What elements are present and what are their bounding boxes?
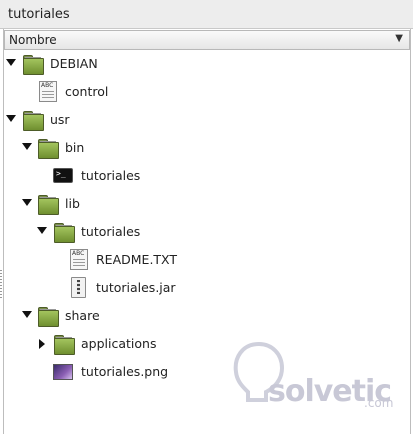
solvetic-watermark-logo: solvetic .com	[224, 336, 404, 416]
tree-row-label: tutoriales.jar	[96, 280, 176, 295]
jar-file-icon	[68, 277, 90, 299]
folder-icon	[53, 221, 75, 243]
tree-row-share[interactable]: share	[4, 302, 410, 330]
expander-expanded-icon[interactable]	[6, 59, 16, 69]
column-header-label: Nombre	[9, 33, 57, 47]
expander-expanded-icon[interactable]	[6, 115, 16, 125]
folder-icon	[37, 305, 59, 327]
tree-row-label: control	[65, 84, 109, 99]
folder-icon	[37, 193, 59, 215]
image-file-icon	[53, 361, 75, 383]
tree-row-usr[interactable]: usr	[4, 106, 410, 134]
tree-row-tutoriales-folder[interactable]: tutoriales	[4, 218, 410, 246]
tree-row-label: share	[65, 308, 100, 323]
tree-row-tutoriales-jar[interactable]: tutoriales.jar	[4, 274, 410, 302]
tree-row-debian[interactable]: DEBIAN	[4, 50, 410, 78]
folder-icon	[37, 137, 59, 159]
tree-row-label: bin	[65, 140, 85, 155]
sort-arrow-icon[interactable]: ▼	[395, 33, 403, 44]
folder-icon	[53, 333, 75, 355]
folder-icon	[22, 53, 44, 75]
tree-row-label: usr	[50, 112, 70, 127]
expander-expanded-icon[interactable]	[37, 227, 47, 237]
terminal-icon: >_	[53, 165, 75, 187]
expander-expanded-icon[interactable]	[22, 199, 32, 209]
tree-row-label: DEBIAN	[50, 56, 98, 71]
expander-collapsed-icon[interactable]	[37, 339, 47, 349]
tree-row-readme[interactable]: ABC README.TXT	[4, 246, 410, 274]
tree-row-lib[interactable]: lib	[4, 190, 410, 218]
tree-row-control[interactable]: ABC control	[4, 78, 410, 106]
folder-icon	[22, 109, 44, 131]
tree-row-bin[interactable]: bin	[4, 134, 410, 162]
expander-expanded-icon[interactable]	[22, 311, 32, 321]
text-file-icon: ABC	[68, 249, 90, 271]
column-header-name[interactable]: Nombre ▼	[4, 30, 410, 50]
title-bar: tutoriales	[0, 0, 413, 29]
tree-row-label: README.TXT	[96, 252, 178, 267]
resize-grip[interactable]	[0, 270, 2, 300]
tree-row-label: tutoriales	[81, 224, 141, 239]
tree-row-tutoriales-executable[interactable]: >_ tutoriales	[4, 162, 410, 190]
tree-row-label: tutoriales	[81, 168, 141, 183]
expander-expanded-icon[interactable]	[22, 143, 32, 153]
tree-row-label: applications	[81, 336, 157, 351]
tree-row-label: lib	[65, 196, 80, 211]
tree-row-label: tutoriales.png	[81, 364, 169, 379]
window-title: tutoriales	[8, 7, 70, 22]
watermark-domain: .com	[364, 396, 394, 410]
text-file-icon: ABC	[37, 81, 59, 103]
